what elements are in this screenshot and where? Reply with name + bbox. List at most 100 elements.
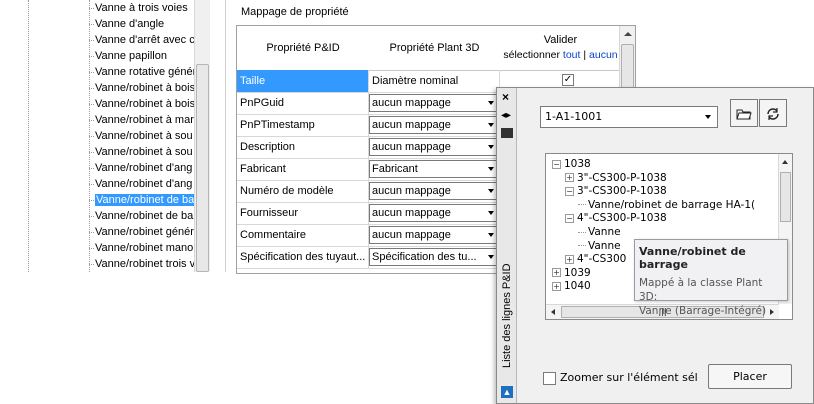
line-tree-node[interactable]: +1040 (552, 280, 591, 293)
expand-icon[interactable]: + (565, 173, 574, 183)
left-tree-scrollbar[interactable] (194, 0, 210, 272)
tree-item[interactable]: Vanne/robinet d'ang (89, 160, 194, 176)
chevron-down-icon[interactable] (705, 115, 711, 119)
scroll-left-icon[interactable] (551, 309, 555, 315)
tree-item[interactable]: Vanne d'arrêt avec c (89, 32, 194, 48)
plant-property-dropdown[interactable]: Spécification des tu... (369, 248, 497, 266)
zoom-to-element-checkbox[interactable] (543, 372, 556, 385)
plant-property-dropdown[interactable]: aucun mappage (369, 116, 497, 134)
chevron-down-icon[interactable] (486, 95, 496, 111)
line-tree-node-label: 4"-CS300 (577, 253, 627, 266)
plant-property-dropdown[interactable]: aucun mappage (369, 138, 497, 156)
tree-item[interactable]: Vanne/robinet de ba (89, 208, 194, 224)
tree-item[interactable]: Vanne/robinet génér (89, 224, 194, 240)
plant-property-dropdown[interactable]: aucun mappage (369, 204, 497, 222)
select-all-link[interactable]: tout (563, 49, 581, 61)
pid-property-cell[interactable]: Description (237, 136, 369, 158)
plant-property-dropdown[interactable]: Fabricant (369, 160, 497, 178)
close-icon[interactable]: × (502, 90, 509, 104)
header-pid-property: Propriété P&ID (237, 26, 370, 71)
line-tree-node[interactable]: −3"-CS300-P-1038 (565, 185, 667, 198)
tree-item[interactable]: Vanne/robinet à sou (89, 144, 194, 160)
scroll-up-icon[interactable] (624, 32, 632, 36)
pid-property-cell[interactable]: Spécification des tuyaut... (237, 246, 369, 268)
expand-icon[interactable]: + (552, 281, 561, 291)
tree-item-label: Vanne/robinet de ba (95, 210, 194, 222)
chevron-down-icon[interactable] (486, 117, 496, 133)
pid-property-cell[interactable]: Fabricant (237, 158, 369, 180)
expand-icon[interactable]: + (552, 268, 561, 278)
refresh-button[interactable] (759, 99, 787, 127)
plant-property-cell[interactable]: Diamètre nominal (369, 70, 500, 92)
tree-item-label: Vanne d'angle (95, 18, 165, 30)
line-tree-node[interactable]: +3"-CS300-P-1038 (565, 172, 667, 185)
scroll-up-icon[interactable] (782, 160, 788, 164)
pid-property-cell[interactable]: PnPGuid (237, 92, 369, 114)
chevron-down-icon[interactable] (486, 205, 496, 221)
line-tree-node[interactable]: +4"-CS300 (565, 253, 626, 266)
app-logo-icon[interactable]: ▲ (501, 386, 513, 398)
tree-item[interactable]: Vanne/robinet à bois (89, 80, 194, 96)
tree-item[interactable]: Vanne/robinet à bois (89, 96, 194, 112)
line-number-dropdown[interactable]: 1-A1-1001 (540, 106, 718, 128)
tree-item[interactable]: Vanne/robinet à mar (89, 112, 194, 128)
scrollbar-thumb[interactable] (780, 172, 791, 222)
tree-item-label: Vanne/robinet génér (95, 226, 194, 238)
pid-property-cell[interactable]: Numéro de modèle (237, 180, 369, 202)
open-folder-button[interactable] (730, 99, 758, 127)
line-tree-node[interactable]: +1039 (552, 267, 591, 280)
plant-property-dropdown[interactable]: aucun mappage (369, 182, 497, 200)
line-tree-node[interactable]: −1038 (552, 158, 591, 171)
tree-item[interactable]: Vanne papillon (89, 48, 194, 64)
auto-hide-icon[interactable]: ◂▸ (501, 110, 511, 121)
pid-property-cell[interactable]: Taille (237, 70, 369, 92)
header-validate: Valider sélectionner tout | aucun (500, 26, 622, 71)
collapse-icon[interactable]: − (565, 213, 574, 223)
line-tree-node-label: 1040 (564, 280, 591, 293)
line-tree-node-label: Vanne (588, 226, 621, 238)
tree-connector (89, 151, 94, 153)
collapse-icon[interactable]: − (565, 186, 574, 196)
chevron-down-icon[interactable] (486, 161, 496, 177)
select-none-link[interactable]: aucun (589, 49, 618, 61)
chevron-down-icon[interactable] (486, 139, 496, 155)
tree-item[interactable]: Vanne rotative génér (89, 64, 194, 80)
tree-item-label: Vanne/robinet à bois (95, 98, 194, 110)
palette-title-strip[interactable]: × ◂▸ Liste des lignes P&ID ▲ (497, 88, 517, 403)
tree-connector (89, 23, 94, 25)
line-tree-node[interactable]: Vanne (578, 240, 621, 253)
tree-connector (89, 71, 94, 73)
tree-item[interactable]: Vanne/robinet mano (89, 240, 194, 256)
pid-property-cell[interactable]: Fournisseur (237, 202, 369, 224)
collapse-icon[interactable]: − (552, 159, 561, 169)
line-tree-node[interactable]: −4"-CS300-P-1038 (565, 212, 667, 225)
header-plant-label: Propriété Plant 3D (389, 42, 480, 54)
line-tree-node[interactable]: Vanne (578, 226, 621, 239)
place-button[interactable]: Placer (708, 364, 792, 389)
tree-item[interactable]: Vanne/robinet trois v (89, 256, 194, 272)
validate-checkbox[interactable]: ✓ (562, 74, 574, 86)
tree-item[interactable]: Vanne/robinet d'ang (89, 176, 194, 192)
properties-icon[interactable] (501, 128, 513, 138)
header-select-label: sélectionner (503, 49, 560, 61)
pid-property-cell[interactable]: Commentaire (237, 224, 369, 246)
expand-icon[interactable]: + (565, 254, 574, 264)
tree-item[interactable]: Vanne/robinet à sou (89, 128, 194, 144)
tree-item[interactable]: Vanne à trois voies (89, 0, 194, 16)
scrollbar-thumb[interactable] (196, 64, 209, 272)
folder-icon (736, 109, 752, 120)
panel-separator (225, 0, 226, 272)
chevron-down-icon[interactable] (486, 249, 496, 265)
tree-item[interactable]: Vanne d'angle (89, 16, 194, 32)
pid-property-cell[interactable]: PnPTimestamp (237, 114, 369, 136)
line-tree-node[interactable]: Vanne/robinet de barrage HA-1( (578, 199, 755, 212)
chevron-down-icon[interactable] (486, 183, 496, 199)
line-tree-node-label: Vanne (588, 239, 621, 252)
plant-property-dropdown[interactable]: aucun mappage (369, 226, 497, 244)
plant-property-dropdown[interactable]: aucun mappage (369, 94, 497, 112)
tree-connector (578, 245, 586, 247)
chevron-down-icon[interactable] (486, 227, 496, 243)
tree-item[interactable]: Vanne/robinet de ba (89, 192, 194, 208)
tree-item-label: Vanne/robinet trois v (95, 258, 194, 270)
tree-connector (28, 0, 29, 272)
